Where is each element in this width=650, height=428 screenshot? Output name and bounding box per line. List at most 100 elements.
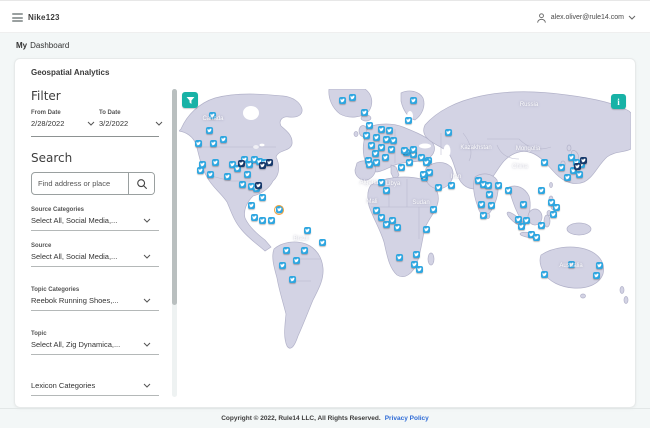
map-info-button[interactable]: i — [611, 94, 626, 109]
hamburger-menu-icon[interactable] — [12, 13, 23, 22]
map-marker[interactable] — [258, 161, 266, 169]
map-marker[interactable] — [338, 96, 346, 104]
map-marker[interactable] — [592, 271, 600, 279]
map-marker[interactable] — [206, 170, 214, 178]
map-marker[interactable] — [573, 162, 581, 170]
map-marker[interactable] — [479, 211, 487, 219]
topic-categories-dropdown[interactable]: Topic Categories Reebok Running Shoes,..… — [31, 287, 159, 311]
map-marker[interactable] — [552, 203, 560, 211]
filter-panel-scrollbar[interactable] — [172, 89, 177, 397]
map-marker[interactable] — [484, 181, 492, 189]
map-marker[interactable] — [360, 108, 368, 116]
map-marker[interactable] — [211, 158, 219, 166]
map-marker[interactable] — [282, 246, 290, 254]
map-marker[interactable] — [362, 131, 370, 139]
map-marker[interactable] — [223, 172, 231, 180]
map-marker[interactable] — [540, 158, 548, 166]
map-marker[interactable] — [419, 170, 427, 178]
map-marker[interactable] — [348, 93, 356, 101]
map-marker[interactable] — [517, 222, 525, 230]
from-date-select[interactable]: 2/28/2022 — [31, 119, 95, 128]
map-marker[interactable] — [397, 163, 405, 171]
map-marker[interactable] — [422, 225, 430, 233]
map-marker[interactable] — [365, 121, 373, 129]
map-marker[interactable] — [382, 186, 390, 194]
map-marker[interactable] — [444, 128, 452, 136]
map-marker[interactable] — [205, 126, 213, 134]
map-marker[interactable] — [579, 156, 587, 164]
map-marker[interactable] — [288, 275, 296, 283]
map-marker[interactable] — [388, 216, 396, 224]
map-marker[interactable] — [238, 180, 246, 188]
map-marker[interactable] — [400, 146, 408, 154]
map-marker[interactable] — [434, 183, 442, 191]
map-marker[interactable] — [532, 233, 540, 241]
map-marker[interactable] — [389, 136, 397, 144]
map-marker[interactable] — [409, 96, 417, 104]
map-marker[interactable] — [404, 116, 412, 124]
lexicon-categories-dropdown[interactable]: Lexicon Categories — [31, 381, 159, 396]
map-marker[interactable] — [514, 215, 522, 223]
map-marker[interactable] — [537, 221, 545, 229]
map-marker[interactable] — [405, 158, 413, 166]
map-marker[interactable] — [393, 223, 401, 231]
map-marker[interactable] — [258, 216, 266, 224]
map-marker[interactable] — [487, 201, 495, 209]
map-marker[interactable] — [381, 153, 389, 161]
source-dropdown[interactable]: Source Select All, Social Media,... — [31, 243, 159, 267]
map-marker[interactable] — [377, 213, 385, 221]
map-marker[interactable] — [422, 158, 430, 166]
scrollbar-thumb[interactable] — [172, 89, 177, 305]
search-button[interactable] — [128, 173, 154, 194]
map-marker[interactable] — [519, 200, 527, 208]
map-marker[interactable] — [485, 190, 493, 198]
map-marker[interactable] — [377, 143, 385, 151]
map-marker[interactable] — [300, 246, 308, 254]
map-marker[interactable] — [377, 178, 385, 186]
map-marker[interactable] — [447, 181, 455, 189]
map-marker[interactable] — [250, 213, 258, 221]
map-marker[interactable] — [196, 166, 204, 174]
map-marker[interactable] — [209, 139, 217, 147]
map-marker[interactable] — [247, 201, 255, 209]
map-marker[interactable] — [595, 261, 603, 269]
map-marker[interactable] — [237, 159, 245, 167]
topic-dropdown[interactable]: Topic Select All, Zig Dynamica,... — [31, 331, 159, 355]
map-marker[interactable] — [265, 158, 273, 166]
map-marker[interactable] — [575, 170, 583, 178]
map-marker[interactable] — [494, 181, 502, 189]
map-marker[interactable] — [243, 170, 251, 178]
map-marker[interactable] — [258, 193, 266, 201]
map-marker[interactable] — [537, 186, 545, 194]
map-marker[interactable] — [254, 181, 262, 189]
map-marker[interactable] — [504, 186, 512, 194]
to-date-select[interactable]: 3/2/2022 — [99, 119, 163, 128]
map-marker[interactable] — [477, 200, 485, 208]
map-marker[interactable] — [377, 125, 385, 133]
map-marker[interactable] — [567, 260, 575, 268]
map-marker[interactable] — [395, 253, 403, 261]
map-marker[interactable] — [303, 226, 311, 234]
map-marker[interactable] — [387, 145, 395, 153]
map-marker[interactable] — [267, 216, 275, 224]
geospatial-map[interactable]: Canada Russia Kazakhstan Mongolia China Iran A… — [179, 89, 631, 397]
map-marker[interactable] — [208, 111, 216, 119]
map-marker[interactable] — [415, 265, 423, 273]
map-marker[interactable] — [371, 149, 379, 157]
map-marker[interactable] — [367, 141, 375, 149]
user-menu[interactable]: alex.oliver@rule14.com — [536, 1, 636, 34]
map-marker[interactable] — [278, 261, 286, 269]
map-marker[interactable] — [409, 145, 417, 153]
map-marker[interactable] — [318, 238, 326, 246]
map-marker[interactable] — [549, 210, 557, 218]
map-marker[interactable] — [412, 250, 420, 258]
map-marker[interactable] — [382, 135, 390, 143]
map-marker[interactable] — [292, 256, 300, 264]
map-marker[interactable] — [194, 139, 202, 147]
map-marker[interactable] — [540, 270, 548, 278]
map-marker[interactable] — [385, 126, 393, 134]
search-input[interactable] — [32, 173, 128, 194]
map-marker[interactable] — [219, 135, 227, 143]
map-marker[interactable] — [372, 158, 380, 166]
map-marker[interactable] — [365, 160, 373, 168]
